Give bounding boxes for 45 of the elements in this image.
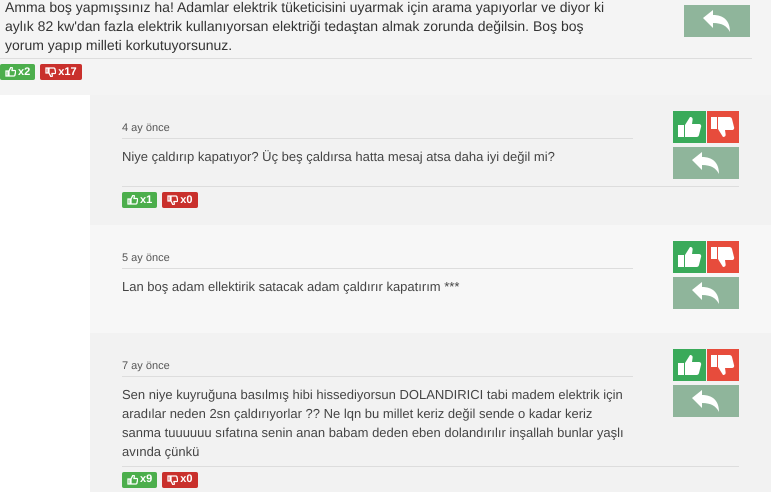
thumbs-down-icon <box>167 195 178 205</box>
thumbs-down-icon <box>45 67 56 77</box>
like-button[interactable] <box>673 349 706 381</box>
thumbs-down-icon <box>711 246 735 268</box>
comment-time: 7 ay önce <box>122 358 633 376</box>
thumbs-up-icon <box>678 354 702 376</box>
comment-text: Sen niye kuyruğuna basılmış hibi hissediyorsun DOLANDIRICI tabi madem elektrik için aradılar neden 2sn çaldırıyorlar ?? Ne lqn bu millet keriz değil sende o kadar keriz sanma tuuuuuu sıfatına senin anan babam deden eben dolandırılır inşallah bunlar yaşlı avında çünkü <box>122 386 625 460</box>
like-button[interactable] <box>673 111 706 143</box>
dislike-count: x0 <box>180 192 192 208</box>
like-count: x2 <box>18 64 30 80</box>
like-count: x1 <box>140 192 152 208</box>
dislike-button[interactable] <box>707 111 739 143</box>
dislike-button[interactable] <box>707 241 739 273</box>
like-count-button[interactable]: x1 <box>122 192 158 208</box>
like-count-button[interactable]: x9 <box>122 472 158 488</box>
thumbs-up-icon <box>678 116 702 138</box>
thumbs-down-icon <box>711 354 735 376</box>
like-count-button[interactable]: x2 <box>0 64 36 80</box>
thumbs-up-icon <box>127 195 138 205</box>
reply-button[interactable] <box>673 385 739 417</box>
dislike-count-button[interactable]: x0 <box>162 192 198 208</box>
reply-button[interactable] <box>673 147 739 179</box>
thumbs-up-icon <box>678 246 702 268</box>
comment-text: Amma boş yapmışsınız ha! Adamlar elektrik tüketicisini uyarmak için arama yapıyorlar ve diyor ki aylık 82 kw'dan fazla elektrik kullanıyorsan elektriği tedaştan almak zorunda değilsin. Boş boş yorum yapıp milleti korkutuyorsunuz. <box>4 0 606 53</box>
thumbs-down-icon <box>711 116 735 138</box>
dislike-button[interactable] <box>707 349 739 381</box>
thumbs-up-icon <box>127 474 138 484</box>
dislike-count-button[interactable]: x17 <box>40 64 82 80</box>
thumbs-up-icon <box>5 67 16 77</box>
reply-icon <box>692 282 720 304</box>
thumbs-down-icon <box>167 474 178 484</box>
comment-time: 4 ay önce <box>122 120 633 138</box>
comment-text: Niye çaldırıp kapatıyor? Üç beş çaldırsa hatta mesaj atsa daha iyi değil mi? <box>122 148 556 166</box>
like-count: x9 <box>140 472 152 488</box>
reply-icon <box>703 10 731 32</box>
dislike-count: x0 <box>180 472 192 488</box>
dislike-count: x17 <box>58 64 77 80</box>
reply-button[interactable] <box>673 277 739 309</box>
reply-button[interactable] <box>684 5 750 37</box>
comment-text: Lan boş adam ellektirik satacak adam çaldırır kapatırım *** <box>122 278 460 296</box>
reply-icon <box>692 152 720 174</box>
like-button[interactable] <box>673 241 706 273</box>
reply-icon <box>692 390 720 412</box>
comment-time: 5 ay önce <box>122 250 633 268</box>
dislike-count-button[interactable]: x0 <box>162 472 198 488</box>
